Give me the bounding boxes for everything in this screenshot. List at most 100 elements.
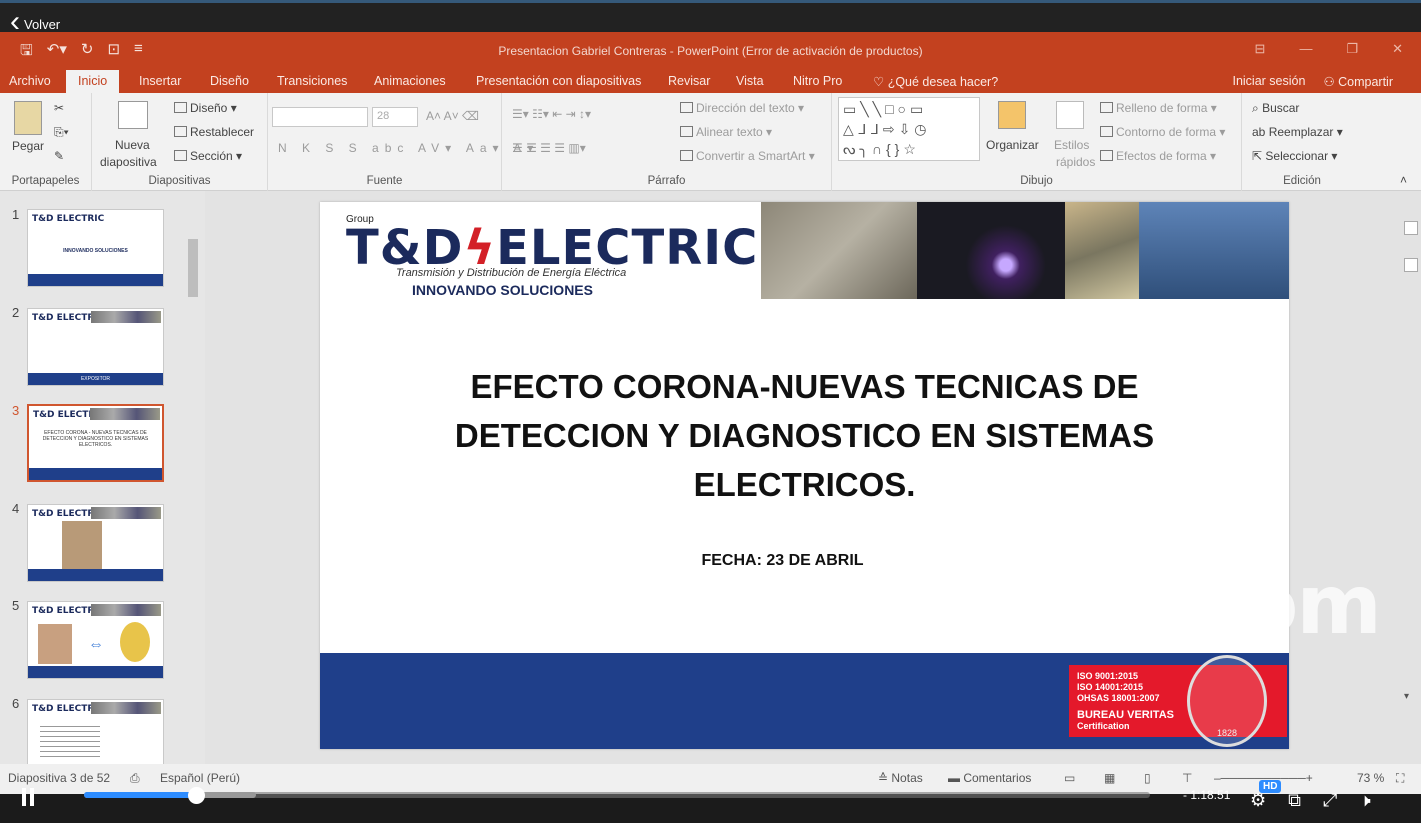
header-photos (761, 202, 1289, 299)
text-direction-button[interactable]: Dirección del texto ▾ (680, 101, 804, 115)
tab-diseno[interactable]: Diseño (210, 74, 249, 88)
shape-fill-button[interactable]: Relleno de forma ▾ (1100, 101, 1217, 115)
group-label: Fuente (366, 175, 403, 187)
comments-button[interactable]: ▬ Comentarios (948, 771, 1031, 785)
paste-icon[interactable] (14, 101, 42, 135)
copy-icon[interactable]: ⎘▾ (54, 125, 69, 140)
fullscreen-icon[interactable]: ⤢ (1323, 790, 1337, 811)
video-top-strip (0, 0, 1421, 32)
seek-knob[interactable] (187, 787, 205, 804)
scroll-up-icon[interactable] (1404, 221, 1418, 235)
layout-button[interactable]: Diseño ▾ (174, 101, 237, 115)
scroll-thumb[interactable] (1404, 258, 1418, 272)
cut-icon[interactable]: ✂ (54, 101, 64, 115)
title-bar: 🖫 ↶▾ ↻ ⊡ ≡ Presentacion Gabriel Contrera… (0, 32, 1421, 70)
font-grow-icon[interactable]: A˄ A˅ ⌫ (426, 109, 479, 123)
group-label: Portapapeles (11, 175, 80, 187)
align-icons[interactable]: ☰ ☰ ☰ ☰ ▥▾ (512, 141, 586, 155)
paste-button[interactable]: Pegar (12, 139, 44, 153)
slideshow-view-icon[interactable]: ⊤ (1182, 771, 1192, 785)
quick-styles-label[interactable]: rápidos (1056, 155, 1095, 169)
editor-scrollbar[interactable]: ▾ (1404, 221, 1418, 741)
section-button[interactable]: Sección ▾ (174, 149, 242, 163)
ribbon-display-icon[interactable]: ⊟ (1255, 41, 1266, 57)
share-button[interactable]: ⚇ Compartir (1323, 74, 1393, 89)
tab-inicio[interactable]: Inicio (66, 70, 120, 94)
collapse-ribbon-icon[interactable]: ˄ (1400, 173, 1407, 187)
slide-thumbnail-5[interactable]: T&D ELECTRIC ⇔ (27, 601, 164, 679)
thumb-number: 2 (12, 305, 20, 320)
font-format-icons[interactable]: N K S S abc AV▾ Aa▾ A▾ (278, 141, 539, 155)
slide-canvas[interactable]: Group T&DϟELECTRIC Transmisión y Distrib… (320, 202, 1289, 749)
shape-outline-button[interactable]: Contorno de forma ▾ (1100, 125, 1225, 139)
select-button[interactable]: ⇱ Seleccionar ▾ (1252, 149, 1337, 163)
arrange-button[interactable]: Organizar (986, 138, 1039, 152)
shapes-gallery[interactable]: ▭╲╲□○▭ △ᒧᒧ⇨⇩◷ ᔓ╮∩{}☆ (838, 97, 980, 161)
new-slide-button[interactable]: Nueva (115, 138, 150, 152)
ribbon: Pegar ✂ ⎘▾ ✎ Portapapeles Nueva diaposit… (0, 93, 1421, 191)
quick-styles-icon[interactable] (1056, 101, 1084, 129)
arrange-icon[interactable] (998, 101, 1026, 129)
replace-button[interactable]: ab Reemplazar ▾ (1252, 125, 1343, 139)
shape-effects-button[interactable]: Efectos de forma ▾ (1100, 149, 1216, 163)
photo-mountain (761, 202, 917, 299)
scroll-down-icon[interactable]: ▾ (1404, 691, 1418, 705)
thumbnails-scrollbar[interactable] (186, 225, 202, 796)
logo-subtitle: Transmisión y Distribución de Energía El… (396, 267, 627, 279)
tab-revisar[interactable]: Revisar (668, 74, 710, 88)
normal-view-icon[interactable]: ▭ (1064, 771, 1075, 785)
lightbulb-icon: ♡ (873, 75, 888, 89)
zoom-level[interactable]: 73 % (1357, 771, 1384, 785)
editor-area: 1 T&D ELECTRIC INNOVANDO SOLUCIONES 2 T&D… (0, 191, 1421, 796)
restore-icon[interactable]: ❐ (1346, 41, 1358, 57)
align-text-icon (680, 126, 693, 137)
picture-in-picture-icon[interactable]: ⧉ (1288, 790, 1301, 811)
find-button[interactable]: ⌕ Buscar (1252, 101, 1299, 116)
new-slide-icon[interactable] (118, 101, 148, 129)
back-button[interactable]: ‹ Volver (10, 7, 60, 37)
tab-transiciones[interactable]: Transiciones (277, 74, 347, 88)
quick-styles-button[interactable]: Estilos (1054, 138, 1089, 152)
reset-button[interactable]: Restablecer (174, 125, 254, 139)
close-icon[interactable]: ✕ (1392, 41, 1403, 57)
notes-button[interactable]: ≙ Notas (878, 771, 923, 785)
volume-icon[interactable]: 🕨 (1359, 790, 1370, 811)
slide-thumbnail-6[interactable]: T&D ELECTRIC (27, 699, 164, 764)
slide-thumbnail-1[interactable]: T&D ELECTRIC INNOVANDO SOLUCIONES (27, 209, 164, 287)
slide-counter: Diapositiva 3 de 52 (8, 771, 111, 785)
smartart-button[interactable]: Convertir a SmartArt ▾ (680, 149, 815, 163)
group-label: Diapositivas (148, 175, 211, 187)
slide-thumbnail-3[interactable]: T&D ELECTRIC EFECTO CORONA - NUEVAS TECNI… (27, 404, 164, 482)
align-text-button[interactable]: Alinear texto ▾ (680, 125, 772, 139)
group-parrafo: ☰▾ ☷▾ ⇤ ⇥ ↕▾ ☰ ☰ ☰ ☰ ▥▾ Dirección del te… (502, 93, 832, 191)
tell-me-search[interactable]: ♡ ¿Qué desea hacer? (873, 74, 998, 89)
replace-icon: ab (1252, 125, 1269, 139)
slide-thumbnail-2[interactable]: T&D ELECTRIC EXPOSITOR (27, 308, 164, 386)
slide-thumbnail-4[interactable]: T&D ELECTRIC (27, 504, 164, 582)
pause-icon[interactable] (21, 788, 35, 806)
tab-animaciones[interactable]: Animaciones (374, 74, 446, 88)
zoom-watermark: zoom (1142, 558, 1382, 653)
slide-thumbnails-pane: 1 T&D ELECTRIC INNOVANDO SOLUCIONES 2 T&D… (0, 191, 205, 796)
sorter-view-icon[interactable]: ▦ (1104, 771, 1115, 785)
ribbon-tabs: Archivo Inicio Insertar Diseño Transicio… (0, 70, 1421, 94)
reading-view-icon[interactable]: ▯ (1144, 771, 1151, 785)
language-indicator[interactable]: Español (Perú) (160, 771, 240, 785)
seek-bar[interactable] (84, 787, 1150, 804)
minimize-icon[interactable]: — (1299, 41, 1312, 57)
tab-vista[interactable]: Vista (736, 74, 764, 88)
tab-archivo[interactable]: Archivo (9, 74, 51, 88)
tab-insertar[interactable]: Insertar (139, 74, 181, 88)
format-painter-icon[interactable]: ✎ (54, 149, 64, 163)
font-size-input[interactable]: 28 (372, 107, 418, 127)
signin-link[interactable]: Iniciar sesión (1232, 74, 1305, 89)
tab-nitro[interactable]: Nitro Pro (793, 74, 842, 88)
thumb-number: 6 (12, 696, 20, 711)
time-remaining: - 1:18:51 (1183, 788, 1231, 802)
settings-icon[interactable]: ⚙ (1250, 790, 1266, 811)
font-name-input[interactable] (272, 107, 368, 127)
new-slide-label[interactable]: diapositiva (100, 155, 157, 169)
photo-tower (1065, 202, 1139, 299)
list-icons[interactable]: ☰▾ ☷▾ ⇤ ⇥ ↕▾ (512, 107, 591, 121)
tab-presentacion[interactable]: Presentación con diapositivas (476, 74, 641, 88)
